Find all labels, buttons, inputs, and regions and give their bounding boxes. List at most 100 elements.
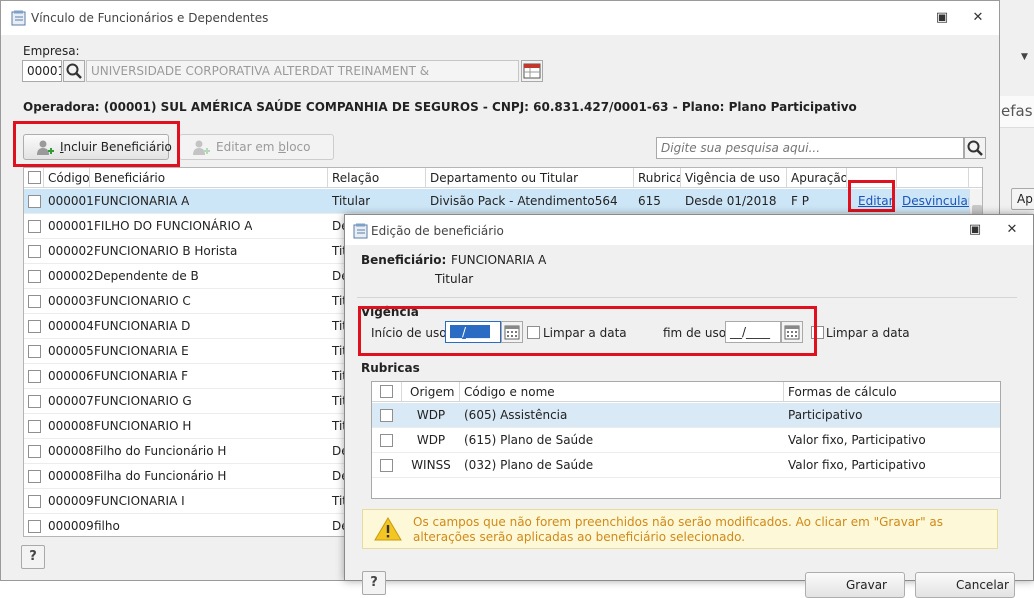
- vigencia-label: Vigência: [361, 305, 419, 319]
- table-row[interactable]: WDP (615) Plano de Saúde Valor fixo, Par…: [372, 428, 1000, 453]
- dialog-titlebar: Edição de beneficiário ▣ ✕: [345, 215, 1033, 245]
- cell-beneficiario: FUNCIONARIA D: [94, 319, 191, 333]
- header-beneficiario[interactable]: Beneficiário: [90, 168, 328, 188]
- table-row[interactable]: 000001 FUNCIONARIA A Titular Divisão Pac…: [24, 189, 982, 214]
- background-button[interactable]: Ap: [1011, 188, 1034, 210]
- restore-icon[interactable]: ▣: [931, 8, 953, 28]
- rubricas-label: Rubricas: [361, 361, 420, 375]
- calendar-icon: [784, 325, 800, 340]
- calendar-icon: [504, 325, 520, 340]
- include-button-label: ncluir Beneficiário: [63, 140, 172, 154]
- row-checkbox[interactable]: [28, 445, 41, 458]
- restore-icon[interactable]: ▣: [964, 220, 986, 240]
- cell-codigo-nome: (605) Assistência: [464, 408, 568, 422]
- fim-date-input[interactable]: __/____: [725, 321, 781, 343]
- app-window-icon: [11, 10, 26, 26]
- row-checkbox[interactable]: [380, 459, 393, 472]
- row-checkbox[interactable]: [28, 270, 41, 283]
- cell-origem: WDP: [416, 408, 446, 422]
- header-apuracao[interactable]: Apuração: [787, 168, 847, 188]
- fim-calendar-button[interactable]: [781, 321, 803, 343]
- cell-beneficiario: FUNCIONARIO B Horista: [94, 244, 238, 258]
- header-rubrica[interactable]: Rubrica: [634, 168, 681, 188]
- beneficiario-label: Beneficiário:: [361, 253, 447, 267]
- dialog-window-icon: [353, 223, 368, 239]
- row-checkbox[interactable]: [28, 520, 41, 533]
- empresa-label: Empresa:: [23, 44, 80, 58]
- row-checkbox[interactable]: [28, 295, 41, 308]
- row-checkbox[interactable]: [28, 420, 41, 433]
- inicio-date-input[interactable]: __/____: [445, 321, 501, 343]
- cell-codigo: 000008: [48, 444, 94, 458]
- table-row[interactable]: WDP (605) Assistência Participativo: [372, 403, 1000, 428]
- row-checkbox[interactable]: [380, 409, 393, 422]
- cell-codigo: 000002: [48, 269, 94, 283]
- cancel-button[interactable]: Cancelar: [915, 572, 1015, 598]
- row-checkbox[interactable]: [28, 345, 41, 358]
- search-icon: [66, 63, 82, 79]
- inicio-clear-checkbox[interactable]: [527, 326, 540, 339]
- row-checkbox[interactable]: [380, 434, 393, 447]
- edit-bulk-prefix: Editar em: [216, 140, 279, 154]
- select-all-checkbox[interactable]: [28, 171, 41, 184]
- warning-text: Os campos que não forem preenchidos não …: [413, 515, 944, 544]
- edit-link[interactable]: Editar: [854, 189, 894, 214]
- cell-origem: WDP: [416, 433, 446, 447]
- empresa-search-button[interactable]: [63, 60, 85, 82]
- cell-formas: Valor fixo, Participativo: [788, 433, 926, 447]
- table-row[interactable]: WINSS (032) Plano de Saúde Valor fixo, P…: [372, 453, 1000, 478]
- row-checkbox[interactable]: [28, 395, 41, 408]
- empresa-table-button[interactable]: [521, 60, 543, 82]
- fim-clear-checkbox[interactable]: [811, 326, 824, 339]
- row-checkbox[interactable]: [28, 495, 41, 508]
- row-checkbox[interactable]: [28, 320, 41, 333]
- cell-codigo: 000006: [48, 369, 94, 383]
- rubricas-select-all-checkbox[interactable]: [380, 385, 393, 398]
- header-blank-1: [847, 168, 897, 188]
- edit-bulk-button[interactable]: Editar em bloco: [179, 134, 334, 160]
- row-checkbox[interactable]: [28, 470, 41, 483]
- rubricas-select-all[interactable]: [372, 382, 402, 402]
- cell-beneficiario: FILHO DO FUNCIONÁRIO A: [94, 219, 253, 233]
- header-codigo[interactable]: Código: [44, 168, 90, 188]
- header-departamento[interactable]: Departamento ou Titular: [426, 168, 634, 188]
- add-user-icon: [193, 140, 210, 155]
- main-window-title: Vínculo de Funcionários e Dependentes: [31, 11, 269, 25]
- rubricas-table: Origem Código e nome Formas de cálculo W…: [371, 381, 1001, 499]
- inicio-calendar-button[interactable]: [501, 321, 523, 343]
- empresa-code-input[interactable]: 00001: [22, 60, 62, 82]
- header-codigo-nome[interactable]: Código e nome: [460, 382, 784, 402]
- cell-codigo: 000004: [48, 319, 94, 333]
- close-icon[interactable]: ✕: [1001, 220, 1023, 240]
- beneficiario-relacao: Titular: [435, 272, 474, 286]
- cell-formas: Valor fixo, Participativo: [788, 458, 926, 472]
- rubricas-header: Origem Código e nome Formas de cálculo: [372, 382, 1000, 402]
- cell-codigo: 000007: [48, 394, 94, 408]
- row-checkbox[interactable]: [28, 195, 41, 208]
- header-origem[interactable]: Origem: [402, 382, 460, 402]
- unlink-link[interactable]: Desvincular: [898, 189, 973, 214]
- row-checkbox[interactable]: [28, 220, 41, 233]
- header-relacao[interactable]: Relação: [328, 168, 426, 188]
- row-checkbox[interactable]: [28, 370, 41, 383]
- background-tab[interactable]: efas: [997, 96, 1034, 128]
- cell-beneficiario: filho: [94, 519, 120, 533]
- help-button[interactable]: ?: [21, 545, 45, 569]
- cell-codigo-nome: (032) Plano de Saúde: [464, 458, 594, 472]
- header-blank-2: [897, 168, 969, 188]
- header-select-all[interactable]: [24, 168, 44, 188]
- search-input[interactable]: [656, 137, 964, 159]
- header-formas[interactable]: Formas de cálculo: [784, 382, 1000, 402]
- search-button[interactable]: [964, 137, 986, 159]
- cell-codigo: 000005: [48, 344, 94, 358]
- cell-origem: WINSS: [411, 458, 451, 472]
- include-beneficiary-button[interactable]: Incluir Beneficiário: [23, 134, 172, 160]
- header-vigencia[interactable]: Vigência de uso: [681, 168, 787, 188]
- dialog-help-button[interactable]: ?: [362, 571, 386, 595]
- cell-beneficiario: Dependente de B: [94, 269, 199, 283]
- close-icon[interactable]: ✕: [967, 8, 989, 28]
- add-user-icon: [37, 140, 54, 155]
- row-checkbox[interactable]: [28, 245, 41, 258]
- save-button[interactable]: Gravar: [805, 572, 905, 598]
- cell-codigo: 000001: [48, 219, 94, 233]
